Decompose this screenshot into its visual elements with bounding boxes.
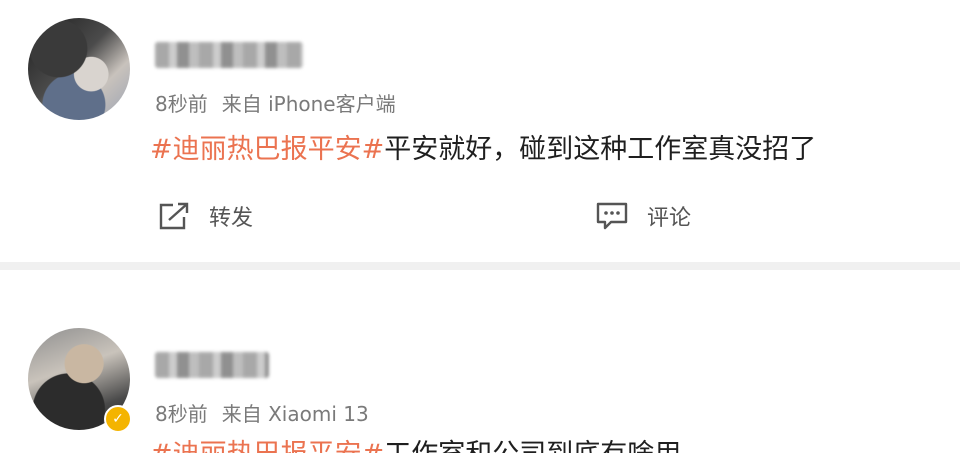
username-blurred[interactable] [155, 42, 303, 68]
weibo-feed: 8秒前 来自 iPhone客户端 #迪丽热巴报平安#平安就好，碰到这种工作室真没招… [0, 0, 960, 453]
repost-icon [159, 202, 189, 230]
comment-button[interactable]: 评论 [595, 200, 691, 232]
post-meta: 8秒前 来自 iPhone客户端 [155, 88, 396, 117]
post-time: 8秒前 [155, 92, 208, 116]
post-source: 来自 Xiaomi 13 [221, 402, 369, 426]
repost-button[interactable]: 转发 [157, 200, 253, 232]
post-content: #迪丽热巴报平安#工作室和公司到底有啥用 [150, 432, 681, 453]
post-meta: 8秒前 来自 Xiaomi 13 [155, 398, 369, 427]
username-blurred[interactable] [155, 352, 269, 378]
post-source: 来自 iPhone客户端 [221, 92, 396, 116]
repost-label: 转发 [209, 206, 254, 231]
post-card: 8秒前 来自 iPhone客户端 #迪丽热巴报平安#平安就好，碰到这种工作室真没招… [0, 0, 960, 262]
comment-icon [596, 202, 628, 230]
post-card: ✓ 8秒前来自 Xiaomi 13 #迪丽热巴报平安#工作室和公司到底有啥用 [0, 270, 960, 453]
post-text: 工作室和公司到底有啥用 [384, 439, 681, 453]
hashtag-link[interactable]: #迪丽热巴报平安# [150, 134, 384, 165]
post-text: 平安就好，碰到这种工作室真没招了 [384, 134, 817, 165]
verified-badge-icon: ✓ [104, 405, 132, 433]
avatar[interactable] [28, 18, 130, 120]
post-time: 8秒前 [155, 402, 208, 426]
post-content: #迪丽热巴报平安#平安就好，碰到这种工作室真没招了 [150, 127, 816, 166]
comment-label: 评论 [647, 206, 692, 231]
hashtag-link[interactable]: #迪丽热巴报平安# [150, 439, 384, 453]
